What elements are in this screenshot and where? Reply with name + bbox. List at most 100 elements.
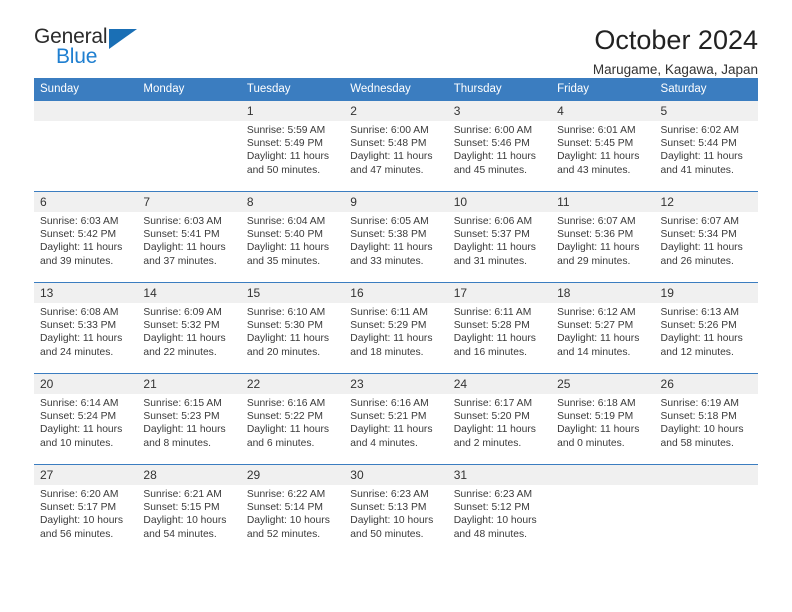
day-cell-inner: 12 Sunrise: 6:07 AM Sunset: 5:34 PM Dayligh…	[654, 192, 758, 282]
weekday-header-saturday: Saturday	[654, 78, 758, 101]
calendar-day-cell[interactable]: 18 Sunrise: 6:12 AM Sunset: 5:27 PM Dayligh…	[551, 282, 655, 374]
daylight-text-line1: Daylight: 11 hours	[143, 333, 226, 345]
day-number: 5	[654, 101, 758, 121]
day-cell-inner: 2 Sunrise: 6:00 AM Sunset: 5:48 PM Daylight…	[344, 101, 448, 191]
sunrise-text: Sunrise: 6:11 AM	[350, 307, 428, 318]
calendar-day-cell[interactable]: 29 Sunrise: 6:22 AM Sunset: 5:14 PM Dayligh…	[240, 464, 345, 555]
day-number: 20	[34, 374, 138, 394]
day-number: 25	[551, 374, 655, 394]
daylight-text-line2: and 12 minutes.	[660, 346, 734, 358]
calendar-day-cell[interactable]: 19 Sunrise: 6:13 AM Sunset: 5:26 PM Dayligh…	[654, 282, 758, 374]
day-details: Sunrise: 6:04 AM Sunset: 5:40 PM Daylight:…	[241, 212, 344, 268]
calendar-day-cell[interactable]: 22 Sunrise: 6:16 AM Sunset: 5:22 PM Dayligh…	[240, 373, 345, 465]
calendar-day-cell[interactable]: 9 Sunrise: 6:05 AM Sunset: 5:38 PM Daylight…	[344, 191, 448, 283]
daylight-text-line2: and 50 minutes.	[350, 528, 424, 540]
calendar-day-cell[interactable]: 8 Sunrise: 6:04 AM Sunset: 5:40 PM Daylight…	[240, 191, 345, 283]
calendar-day-cell[interactable]: 26 Sunrise: 6:19 AM Sunset: 5:18 PM Dayligh…	[654, 373, 758, 465]
calendar-week-row: 1 Sunrise: 5:59 AM Sunset: 5:49 PM Daylight…	[34, 101, 758, 192]
daylight-text-line1: Daylight: 11 hours	[246, 151, 330, 163]
sunset-text: Sunset: 5:15 PM	[143, 502, 220, 514]
calendar-day-cell[interactable]: 27 Sunrise: 6:20 AM Sunset: 5:17 PM Dayligh…	[34, 464, 138, 555]
daylight-text-line2: and 58 minutes.	[660, 437, 734, 449]
sunrise-text: Sunrise: 6:18 AM	[557, 398, 636, 409]
calendar-day-cell[interactable]: 21 Sunrise: 6:15 AM Sunset: 5:23 PM Dayligh…	[137, 373, 241, 465]
weekday-header-sunday: Sunday	[34, 78, 138, 101]
calendar-day-cell[interactable]: 5 Sunrise: 6:02 AM Sunset: 5:44 PM Daylight…	[654, 101, 758, 192]
day-cell-inner: 20 Sunrise: 6:14 AM Sunset: 5:24 PM Dayligh…	[34, 374, 138, 464]
calendar-day-cell[interactable]: 14 Sunrise: 6:09 AM Sunset: 5:32 PM Dayligh…	[137, 282, 241, 374]
calendar-day-cell[interactable]: 31 Sunrise: 6:23 AM Sunset: 5:12 PM Dayligh…	[447, 464, 552, 555]
daylight-text-line2: and 6 minutes.	[246, 437, 315, 449]
weekday-header-thursday: Thursday	[447, 78, 552, 101]
sunset-text: Sunset: 5:42 PM	[40, 229, 117, 241]
calendar-day-cell[interactable]: 10 Sunrise: 6:06 AM Sunset: 5:37 PM Dayligh…	[447, 191, 552, 283]
sunset-text: Sunset: 5:44 PM	[660, 138, 737, 150]
sunset-text: Sunset: 5:24 PM	[40, 411, 117, 423]
day-number: 9	[344, 192, 448, 212]
day-number: 21	[137, 374, 241, 394]
calendar-day-cell[interactable]: 4 Sunrise: 6:01 AM Sunset: 5:45 PM Daylight…	[551, 101, 655, 192]
calendar-day-cell[interactable]: 3 Sunrise: 6:00 AM Sunset: 5:46 PM Daylight…	[447, 101, 552, 192]
daylight-text-line1: Daylight: 10 hours	[350, 515, 434, 527]
daylight-text-line1: Daylight: 11 hours	[557, 333, 640, 345]
sunrise-text: Sunrise: 6:23 AM	[453, 489, 533, 500]
daylight-text-line1: Daylight: 11 hours	[143, 242, 226, 254]
calendar-day-cell[interactable]: 24 Sunrise: 6:17 AM Sunset: 5:20 PM Dayligh…	[447, 373, 552, 465]
sunrise-text: Sunrise: 6:14 AM	[40, 398, 119, 409]
calendar-cell-empty	[551, 464, 655, 555]
calendar-day-cell[interactable]: 2 Sunrise: 6:00 AM Sunset: 5:48 PM Daylight…	[344, 101, 448, 192]
sunrise-text: Sunrise: 6:09 AM	[143, 307, 222, 318]
sunrise-text: Sunrise: 6:03 AM	[143, 216, 222, 227]
day-cell-inner: 27 Sunrise: 6:20 AM Sunset: 5:17 PM Dayligh…	[34, 465, 138, 555]
sunset-text: Sunset: 5:29 PM	[350, 320, 427, 332]
sunset-text: Sunset: 5:17 PM	[40, 502, 117, 514]
calendar-day-cell[interactable]: 15 Sunrise: 6:10 AM Sunset: 5:30 PM Dayligh…	[240, 282, 345, 374]
day-details: Sunrise: 6:14 AM Sunset: 5:24 PM Daylight:…	[34, 394, 137, 450]
sunrise-text: Sunrise: 6:20 AM	[40, 489, 119, 500]
sunset-text: Sunset: 5:26 PM	[660, 320, 737, 332]
sunset-text: Sunset: 5:23 PM	[143, 411, 220, 423]
day-details: Sunrise: 6:18 AM Sunset: 5:19 PM Daylight:…	[551, 394, 654, 450]
calendar-day-cell[interactable]: 17 Sunrise: 6:11 AM Sunset: 5:28 PM Dayligh…	[447, 282, 552, 374]
sunrise-text: Sunrise: 6:10 AM	[246, 307, 326, 318]
sunrise-text: Sunrise: 6:22 AM	[246, 489, 326, 500]
day-number	[551, 465, 655, 485]
daylight-text-line2: and 8 minutes.	[143, 437, 211, 449]
day-number: 27	[34, 465, 138, 485]
day-number: 10	[447, 192, 552, 212]
daylight-text-line2: and 33 minutes.	[350, 255, 424, 267]
calendar-day-cell[interactable]: 25 Sunrise: 6:18 AM Sunset: 5:19 PM Dayligh…	[551, 373, 655, 465]
daylight-text-line2: and 0 minutes.	[557, 437, 625, 449]
day-cell-inner: 31 Sunrise: 6:23 AM Sunset: 5:12 PM Dayligh…	[447, 465, 552, 555]
day-number: 19	[654, 283, 758, 303]
calendar-day-cell[interactable]: 1 Sunrise: 5:59 AM Sunset: 5:49 PM Daylight…	[240, 101, 345, 192]
daylight-text-line1: Daylight: 11 hours	[557, 151, 640, 163]
day-details: Sunrise: 5:59 AM Sunset: 5:49 PM Daylight:…	[241, 121, 344, 177]
daylight-text-line1: Daylight: 11 hours	[660, 151, 743, 163]
calendar-day-cell[interactable]: 28 Sunrise: 6:21 AM Sunset: 5:15 PM Dayligh…	[137, 464, 241, 555]
day-number: 28	[137, 465, 241, 485]
calendar-day-cell[interactable]: 16 Sunrise: 6:11 AM Sunset: 5:29 PM Dayligh…	[344, 282, 448, 374]
title-block: October 2024 Marugame, Kagawa, Japan	[593, 26, 758, 78]
day-details: Sunrise: 6:03 AM Sunset: 5:41 PM Daylight:…	[137, 212, 240, 268]
day-number: 14	[137, 283, 241, 303]
daylight-text-line1: Daylight: 10 hours	[453, 515, 537, 527]
sunset-text: Sunset: 5:21 PM	[350, 411, 427, 423]
daylight-text-line1: Daylight: 10 hours	[660, 424, 744, 436]
calendar-day-cell[interactable]: 12 Sunrise: 6:07 AM Sunset: 5:34 PM Dayligh…	[654, 191, 758, 283]
day-cell-inner: 4 Sunrise: 6:01 AM Sunset: 5:45 PM Daylight…	[551, 101, 655, 191]
calendar-day-cell[interactable]: 30 Sunrise: 6:23 AM Sunset: 5:13 PM Dayligh…	[344, 464, 448, 555]
daylight-text-line1: Daylight: 11 hours	[453, 242, 536, 254]
calendar-day-cell[interactable]: 13 Sunrise: 6:08 AM Sunset: 5:33 PM Dayligh…	[34, 282, 138, 374]
calendar-day-cell[interactable]: 20 Sunrise: 6:14 AM Sunset: 5:24 PM Dayligh…	[34, 373, 138, 465]
calendar-day-cell[interactable]: 7 Sunrise: 6:03 AM Sunset: 5:41 PM Daylight…	[137, 191, 241, 283]
day-details: Sunrise: 6:21 AM Sunset: 5:15 PM Daylight:…	[137, 485, 240, 541]
day-cell-inner: 10 Sunrise: 6:06 AM Sunset: 5:37 PM Dayligh…	[447, 192, 552, 282]
weekday-header-wednesday: Wednesday	[344, 78, 448, 101]
calendar-day-cell[interactable]: 23 Sunrise: 6:16 AM Sunset: 5:21 PM Dayligh…	[344, 373, 448, 465]
page-subtitle: Marugame, Kagawa, Japan	[592, 62, 758, 78]
day-cell-inner: 14 Sunrise: 6:09 AM Sunset: 5:32 PM Dayligh…	[137, 283, 241, 373]
calendar-day-cell[interactable]: 11 Sunrise: 6:07 AM Sunset: 5:36 PM Dayligh…	[551, 191, 655, 283]
day-cell-inner: 11 Sunrise: 6:07 AM Sunset: 5:36 PM Dayligh…	[551, 192, 655, 282]
calendar-day-cell[interactable]: 6 Sunrise: 6:03 AM Sunset: 5:42 PM Daylight…	[34, 191, 138, 283]
